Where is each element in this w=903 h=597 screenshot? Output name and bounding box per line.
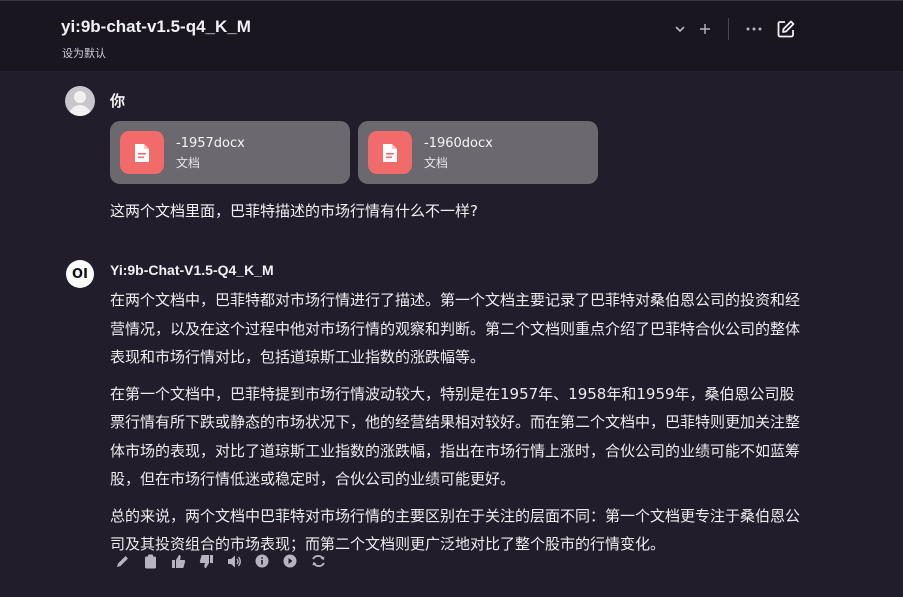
- more-icon[interactable]: [744, 19, 764, 39]
- file-name: -1957docx: [176, 136, 245, 151]
- response-paragraph: 在第一个文档中，巴菲特提到市场行情波动较大，特别是在1957年、1958年和19…: [110, 384, 801, 489]
- edit-icon[interactable]: [112, 550, 132, 572]
- user-avatar: [65, 86, 95, 116]
- assistant-avatar: OI: [66, 260, 94, 288]
- message-actions: [112, 550, 328, 572]
- edit-icon[interactable]: [776, 19, 796, 39]
- assistant-response: 在两个文档中，巴菲特都对市场行情进行了描述。第一个文档主要记录了巴菲特对桑伯恩公…: [110, 286, 800, 567]
- thumbs-up-icon[interactable]: [168, 550, 188, 572]
- file-type: 文档: [424, 156, 449, 170]
- header-divider: [728, 18, 729, 40]
- top-bar: yi:9b-chat-v1.5-q4_K_M 设为默认: [0, 0, 903, 71]
- file-attachment[interactable]: -1957docx 文档: [110, 121, 350, 184]
- user-message: 这两个文档里面，巴菲特描述的市场行情有什么不一样?: [110, 202, 478, 220]
- file-type: 文档: [176, 156, 201, 170]
- assistant-name: Yi:9b-Chat-V1.5-Q4_K_M: [110, 262, 274, 278]
- continue-icon[interactable]: [280, 550, 300, 572]
- model-selector-title[interactable]: yi:9b-chat-v1.5-q4_K_M: [61, 17, 251, 37]
- thumbs-down-icon[interactable]: [196, 550, 216, 572]
- plus-icon[interactable]: [695, 19, 715, 39]
- user-name: 你: [110, 92, 126, 110]
- copy-icon[interactable]: [140, 550, 160, 572]
- info-icon[interactable]: [252, 550, 272, 572]
- file-name: -1960docx: [424, 136, 493, 151]
- document-icon: [120, 131, 164, 174]
- response-paragraph: 在两个文档中，巴菲特都对市场行情进行了描述。第一个文档主要记录了巴菲特对桑伯恩公…: [110, 291, 801, 366]
- set-default-link[interactable]: 设为默认: [62, 45, 106, 61]
- document-icon: [368, 131, 412, 174]
- chevron-down-icon[interactable]: [670, 19, 690, 39]
- speaker-icon[interactable]: [224, 550, 244, 572]
- file-attachment[interactable]: -1960docx 文档: [358, 121, 598, 184]
- regenerate-icon[interactable]: [308, 550, 328, 572]
